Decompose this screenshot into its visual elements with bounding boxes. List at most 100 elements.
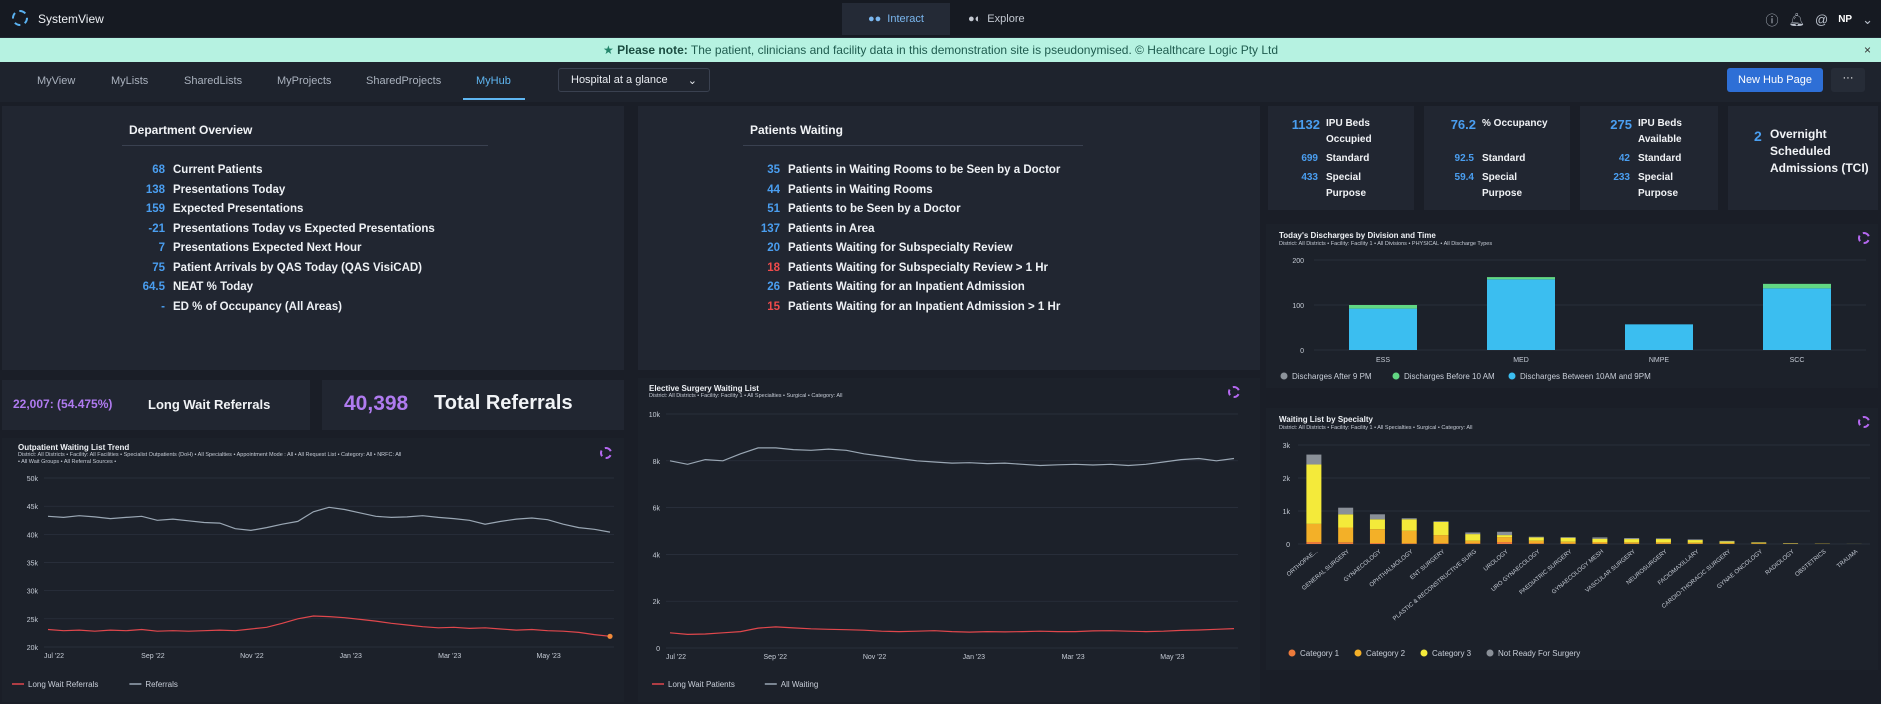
bar-segment[interactable] — [1497, 535, 1513, 538]
bar-segment[interactable] — [1465, 543, 1481, 544]
bar-segment[interactable] — [1624, 539, 1640, 543]
tab-interact[interactable]: ●● Interact — [842, 3, 950, 35]
tab-myprojects[interactable]: MyProjects — [277, 75, 331, 87]
bar-segment[interactable] — [1655, 539, 1671, 543]
bar-segment[interactable] — [1369, 529, 1385, 544]
close-icon[interactable]: × — [1864, 38, 1871, 62]
bar-segment[interactable] — [1401, 518, 1417, 520]
bar-segment[interactable] — [1306, 454, 1322, 465]
bar-segment[interactable] — [1528, 536, 1544, 538]
series-line[interactable] — [669, 626, 1235, 636]
bar-segment[interactable] — [1433, 521, 1449, 522]
y-tick-label: 0 — [1286, 542, 1290, 549]
bar-segment[interactable] — [1592, 542, 1608, 544]
legend-swatch — [1280, 372, 1288, 380]
bar-segment[interactable] — [1497, 531, 1513, 536]
x-tick-label: CARDIO-THORACIC SURGERY — [1661, 549, 1732, 610]
bar-segment[interactable] — [1528, 537, 1544, 541]
waiting-stat-value: 18 — [767, 261, 780, 274]
series-line[interactable] — [669, 447, 1235, 467]
bar-segment[interactable] — [1465, 532, 1481, 535]
bar-segment[interactable] — [1487, 277, 1555, 280]
series-end-marker[interactable] — [607, 633, 613, 639]
dept-stat-label: Patient Arrivals by QAS Today (QAS VisiC… — [173, 261, 423, 274]
bar-segment[interactable] — [1497, 537, 1513, 543]
bar-segment[interactable] — [1592, 537, 1608, 539]
bar-segment[interactable] — [1338, 542, 1354, 544]
bar-segment[interactable] — [1306, 542, 1322, 544]
series-line[interactable] — [47, 506, 611, 533]
ipu-bed-card: 275 IPU Beds Available 42 Standard 233 Specia… — [1580, 106, 1718, 210]
more-options-button[interactable]: ··· — [1831, 68, 1865, 92]
tab-myhub[interactable]: MyHub — [476, 75, 511, 87]
waiting-stat-label: Patients in Area — [788, 222, 875, 235]
bar-segment[interactable] — [1763, 283, 1831, 289]
bar-segment[interactable] — [1338, 514, 1354, 528]
bar-segment[interactable] — [1487, 279, 1555, 350]
bar-segment[interactable] — [1719, 541, 1735, 543]
bar-segment[interactable] — [1560, 541, 1576, 544]
waiting-stat-label: Patients in Waiting Rooms — [788, 183, 933, 196]
hub-page-select[interactable]: Hospital at a glance ⌄ — [558, 68, 710, 92]
bar-segment[interactable] — [1465, 534, 1481, 541]
tab-sharedprojects[interactable]: SharedProjects — [366, 75, 441, 87]
bar-segment[interactable] — [1687, 540, 1703, 543]
bar-segment[interactable] — [1592, 538, 1608, 543]
bar-segment[interactable] — [1369, 514, 1385, 520]
bar-segment[interactable] — [1687, 539, 1703, 541]
bar-segment[interactable] — [1655, 542, 1671, 544]
bar-segment[interactable] — [1497, 542, 1513, 544]
bar-segment[interactable] — [1306, 523, 1322, 543]
bar-segment[interactable] — [1338, 507, 1354, 515]
tab-sharedlists[interactable]: SharedLists — [184, 75, 242, 87]
top-bar: SystemView ●● Interact ●◐ Explore ⓘ 🔔︎ @ N… — [0, 0, 1881, 38]
y-tick-label: 8k — [653, 459, 661, 466]
bar-segment[interactable] — [1655, 538, 1671, 540]
bed-special-label: Special Purpose — [1482, 172, 1523, 199]
legend-swatch — [1486, 649, 1494, 657]
tab-mylists[interactable]: MyLists — [111, 75, 148, 87]
bed-standard-label: Standard — [1482, 153, 1526, 164]
info-icon[interactable]: ⓘ — [1765, 10, 1778, 29]
discharges-chart-panel: Today's Discharges by Division and Time … — [1266, 224, 1878, 388]
bar-segment[interactable] — [1719, 542, 1735, 544]
bar-segment[interactable] — [1528, 543, 1544, 544]
bed-special-label: Special Purpose — [1638, 172, 1679, 199]
bar-segment[interactable] — [1401, 530, 1417, 544]
bar-segment[interactable] — [1465, 540, 1481, 544]
bar-segment[interactable] — [1401, 519, 1417, 531]
bar-segment[interactable] — [1687, 542, 1703, 544]
bar-segment[interactable] — [1401, 543, 1417, 544]
bar-segment[interactable] — [1338, 527, 1354, 543]
bar-segment[interactable] — [1528, 540, 1544, 544]
at-icon[interactable]: @ — [1815, 12, 1828, 27]
bar-segment[interactable] — [1751, 543, 1767, 544]
y-tick-label: 2k — [653, 599, 661, 606]
chevron-down-icon[interactable]: ⌄ — [1862, 12, 1873, 28]
legend-swatch — [1420, 649, 1428, 657]
bar-segment[interactable] — [1719, 540, 1735, 542]
bell-icon[interactable]: 🔔︎ — [1788, 12, 1805, 28]
bar-segment[interactable] — [1624, 542, 1640, 544]
bar-segment[interactable] — [1560, 537, 1576, 538]
bar-segment[interactable] — [1306, 464, 1322, 524]
new-hub-page-button[interactable]: New Hub Page — [1727, 68, 1823, 92]
bar-segment[interactable] — [1751, 542, 1767, 544]
y-tick-label: 2k — [1283, 476, 1291, 483]
bed-special-label: Special Purpose — [1326, 172, 1367, 199]
bar-segment[interactable] — [1625, 324, 1693, 350]
user-avatar[interactable]: NP — [1838, 14, 1852, 25]
bar-segment[interactable] — [1560, 537, 1576, 542]
bar-segment[interactable] — [1624, 538, 1640, 540]
bar-segment[interactable] — [1369, 519, 1385, 530]
bed-big-value: 275 — [1610, 117, 1632, 132]
bar-segment[interactable] — [1369, 543, 1385, 544]
bar-segment[interactable] — [1349, 305, 1417, 309]
bar-segment[interactable] — [1433, 521, 1449, 536]
bar-segment[interactable] — [1349, 308, 1417, 350]
bar-segment[interactable] — [1433, 543, 1449, 544]
tab-explore[interactable]: ●◐ Explore — [942, 3, 1051, 35]
bar-segment[interactable] — [1763, 288, 1831, 350]
bar-segment[interactable] — [1433, 535, 1449, 544]
tab-myview[interactable]: MyView — [37, 75, 75, 87]
